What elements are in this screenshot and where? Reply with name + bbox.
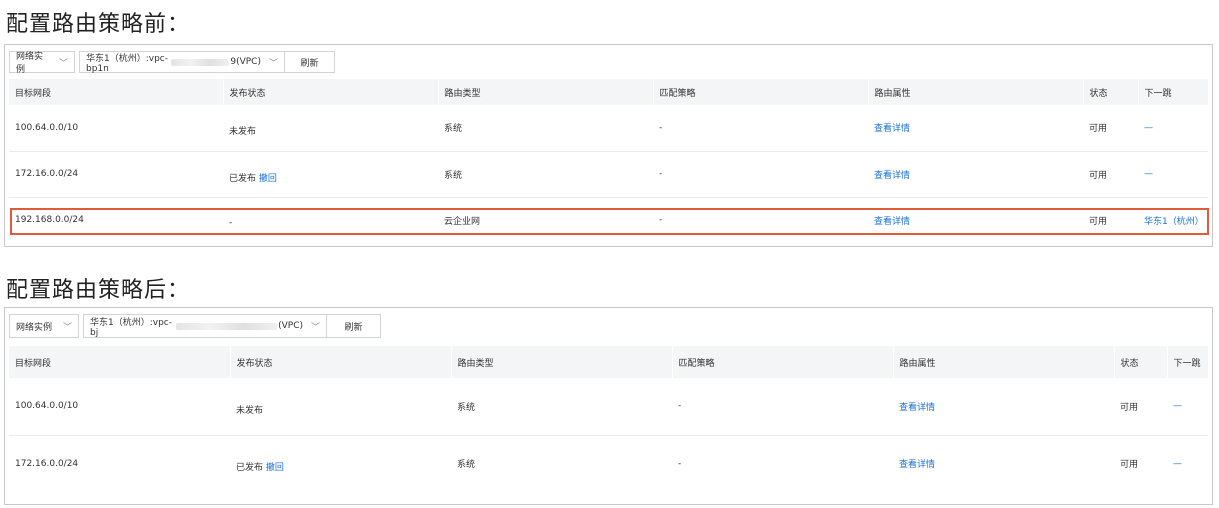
vpc-prefix: 华东1（杭州）:vpc-bj: [90, 317, 172, 338]
header-type: 路由类型: [451, 346, 673, 378]
header-status: 状态: [1083, 79, 1139, 105]
cell-type: 系统: [457, 460, 476, 471]
publish-status: 已发布: [236, 463, 264, 474]
cell-attr: 查看详情: [868, 105, 1083, 152]
highlight-box: [10, 208, 1209, 235]
toolbar: 网络实例 ﹀ 华东1（杭州）:vpc-bp1n 9(VPC) ﹀ 刷新: [9, 51, 335, 75]
chevron-down-icon: ﹀: [310, 322, 320, 333]
cell-status: 可用: [1083, 105, 1138, 152]
header-next-hop: 下一跳: [1138, 79, 1209, 105]
table-header-row: 目标网段 发布状态 路由类型 匹配策略 路由属性 状态 下一跳: [9, 79, 1209, 105]
table-row: 100.64.0.0/10 未发布 系统 - 查看详情 可用 —: [9, 378, 1208, 436]
cell-publish: 未发布: [230, 378, 451, 436]
table-header-row: 目标网段 发布状态 路由类型 匹配策略 路由属性 状态 下一跳: [9, 346, 1209, 378]
next-hop-link[interactable]: —: [1144, 169, 1153, 179]
view-details-link[interactable]: 查看详情: [899, 403, 935, 413]
cell-next-hop: —: [1138, 105, 1208, 152]
header-cidr: 目标网段: [9, 346, 231, 378]
table-row: 172.16.0.0/24 已发布 撤回 系统 - 查看详情 可用 —: [9, 151, 1208, 198]
route-table-panel-after: 网络实例 ﹀ 华东1（杭州）:vpc-bj (VPC) ﹀ 刷新 目标网段 发布…: [4, 307, 1213, 505]
view-details-link[interactable]: 查看详情: [874, 124, 910, 134]
redacted-id: [171, 58, 230, 66]
cell-status: 可用: [1120, 460, 1139, 471]
header-attr: 路由属性: [868, 79, 1084, 105]
cell-status: 可用: [1114, 378, 1167, 436]
instance-type-select[interactable]: 网络实例 ﹀: [9, 51, 75, 75]
header-next-hop: 下一跳: [1167, 346, 1209, 378]
cell-type: 系统: [438, 151, 653, 198]
cell-policy: -: [653, 151, 868, 198]
cell-attr: 查看详情: [893, 378, 1114, 436]
cell-type: 系统: [451, 378, 672, 436]
instance-type-label: 网络实例: [16, 52, 44, 75]
cell-next-hop: —: [1167, 378, 1208, 436]
cell-publish: 未发布: [223, 105, 438, 152]
header-attr: 路由属性: [893, 346, 1115, 378]
header-status: 状态: [1114, 346, 1168, 378]
refresh-button[interactable]: 刷新: [326, 314, 381, 338]
route-table: 目标网段 发布状态 路由类型 匹配策略 路由属性 状态 下一跳 100.64.0…: [9, 346, 1209, 492]
publish-status: 未发布: [229, 127, 257, 138]
cell-policy: -: [672, 378, 893, 436]
vpc-select[interactable]: 华东1（杭州）:vpc-bj (VPC) ﹀: [83, 314, 327, 338]
route-table-panel-before: 网络实例 ﹀ 华东1（杭州）:vpc-bp1n 9(VPC) ﹀ 刷新 目标网段…: [4, 44, 1213, 247]
header-policy: 匹配策略: [672, 346, 894, 378]
revoke-link[interactable]: 撤回: [266, 463, 284, 473]
cell-policy: -: [653, 105, 868, 152]
view-details-link[interactable]: 查看详情: [874, 171, 910, 181]
toolbar: 网络实例 ﹀ 华东1（杭州）:vpc-bj (VPC) ﹀ 刷新: [9, 314, 381, 338]
cell-next-hop: —: [1138, 151, 1208, 198]
refresh-button[interactable]: 刷新: [284, 51, 335, 73]
redacted-id: [175, 322, 278, 330]
header-policy: 匹配策略: [653, 79, 869, 105]
cell-cidr: 100.64.0.0/10: [9, 105, 223, 152]
instance-type-select[interactable]: 网络实例 ﹀: [9, 314, 79, 338]
cell-attr: 查看详情: [868, 151, 1083, 198]
cell-type: 系统: [438, 105, 653, 152]
chevron-down-icon: ﹀: [62, 322, 72, 333]
header-cidr: 目标网段: [9, 79, 224, 105]
header-publish: 发布状态: [230, 346, 452, 378]
cell-publish: 已发布 撤回: [230, 435, 451, 492]
section-title-after: 配置路由策略后：: [6, 278, 191, 303]
cell-cidr: 172.16.0.0/24: [15, 458, 79, 469]
view-details-link[interactable]: 查看详情: [899, 460, 935, 470]
vpc-prefix: 华东1（杭州）:vpc-bp1n: [86, 53, 168, 74]
next-hop-link[interactable]: —: [1173, 459, 1182, 469]
next-hop-link[interactable]: —: [1173, 401, 1182, 411]
cell-cidr: 172.16.0.0/24: [9, 151, 223, 198]
cell-cidr: 100.64.0.0/10: [9, 378, 230, 436]
instance-type-label: 网络实例: [16, 322, 53, 333]
header-type: 路由类型: [438, 79, 654, 105]
cell-status: 可用: [1083, 151, 1138, 198]
vpc-select[interactable]: 华东1（杭州）:vpc-bp1n 9(VPC) ﹀: [79, 51, 285, 74]
chevron-down-icon: ﹀: [58, 58, 68, 69]
next-hop-link[interactable]: —: [1144, 123, 1153, 133]
table-row: 172.16.0.0/24 已发布 撤回 系统 - 查看详情 可用 —: [9, 435, 1208, 492]
cell-publish: 已发布 撤回: [223, 151, 438, 198]
cell-attr: 查看详情: [893, 435, 1114, 492]
cell-policy: -: [678, 458, 682, 469]
revoke-link[interactable]: 撤回: [259, 174, 277, 184]
chevron-down-icon: ﹀: [268, 58, 278, 69]
publish-status: 未发布: [236, 405, 264, 416]
cell-next-hop: —: [1167, 435, 1208, 492]
header-publish: 发布状态: [223, 79, 439, 105]
vpc-suffix: 9(VPC): [230, 57, 261, 67]
section-title-before: 配置路由策略前：: [6, 12, 191, 37]
table-row: 100.64.0.0/10 未发布 系统 - 查看详情 可用 —: [9, 105, 1208, 152]
publish-status: 已发布: [229, 173, 257, 184]
vpc-suffix: (VPC): [278, 321, 303, 331]
